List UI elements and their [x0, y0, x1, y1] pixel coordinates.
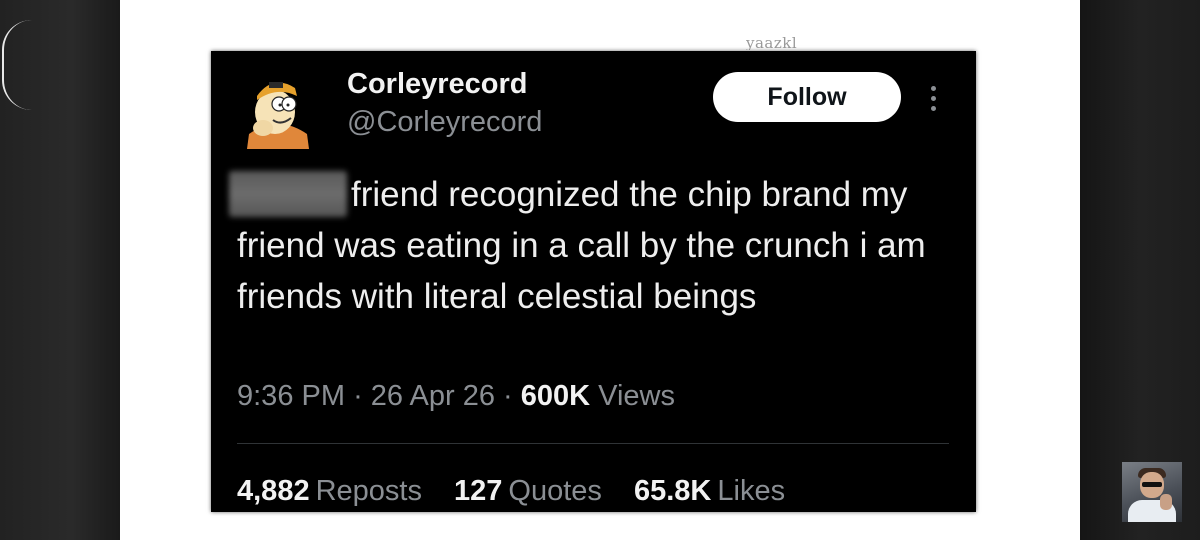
left-background-panel	[0, 0, 120, 540]
likes-label: Likes	[717, 475, 786, 507]
tweet-text: friend recognized the chip brand my frie…	[237, 175, 926, 316]
webcam-person-glasses	[1142, 482, 1162, 487]
reposts-label: Reposts	[315, 475, 422, 507]
quotes-stat[interactable]: 127 Quotes	[454, 475, 602, 507]
more-options-icon[interactable]	[922, 80, 946, 116]
watermark-text: yaazkl	[746, 34, 798, 50]
divider	[237, 443, 949, 444]
avatar[interactable]	[243, 74, 313, 149]
tweet-time[interactable]: 9:36 PM	[237, 380, 345, 412]
reposts-count: 4,882	[237, 475, 310, 507]
quotes-count: 127	[454, 475, 503, 507]
views-count: 600K	[520, 380, 591, 412]
engagement-stats: 4,882 Reposts 127 Quotes 65.8K Likes	[237, 475, 809, 508]
views-label: Views	[598, 380, 675, 412]
right-background-panel	[1080, 0, 1200, 540]
follow-button[interactable]: Follow	[713, 72, 901, 122]
cartoon-avatar-icon	[247, 82, 309, 149]
webcam-overlay	[1122, 462, 1182, 522]
likes-count: 65.8K	[633, 475, 712, 507]
reposts-stat[interactable]: 4,882 Reposts	[237, 475, 422, 507]
quotes-label: Quotes	[508, 475, 602, 507]
display-name[interactable]: Corleyrecord	[347, 68, 528, 101]
webcam-person-hand	[1160, 494, 1172, 510]
tweet-date[interactable]: 26 Apr 26	[371, 380, 495, 412]
likes-stat[interactable]: 65.8K Likes	[634, 475, 785, 507]
meta-separator: ·	[503, 380, 513, 412]
meta-separator: ·	[353, 380, 363, 412]
tweet-metadata: 9:36 PM · 26 Apr 26 · 600K Views	[237, 380, 675, 413]
tweet-card: Corleyrecord @Corleyrecord Follow friend…	[211, 51, 976, 512]
decorative-arc	[2, 20, 34, 110]
user-handle[interactable]: @Corleyrecord	[347, 106, 542, 139]
